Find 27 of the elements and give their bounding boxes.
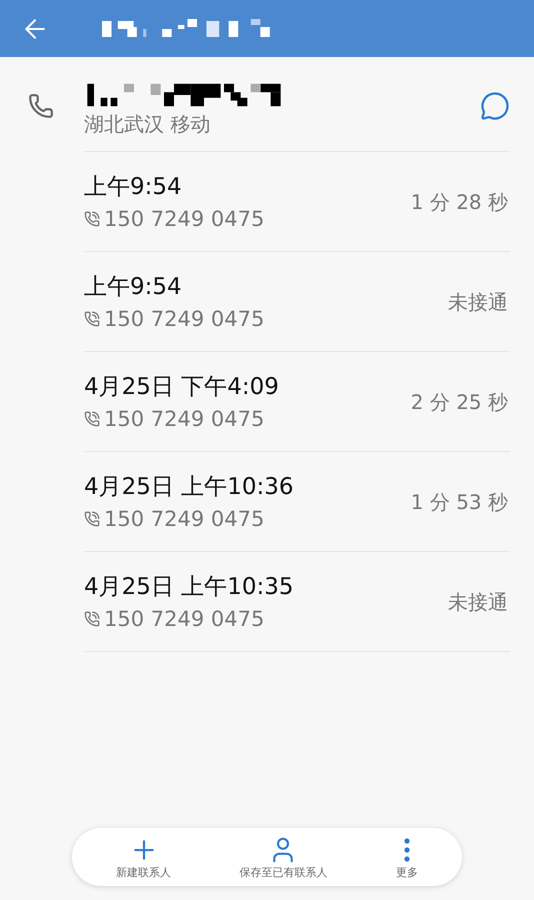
call-duration: 1 分 53 秒	[410, 488, 509, 516]
call-time: 上午9:54	[84, 272, 183, 302]
call-duration: 1 分 28 秒	[410, 188, 509, 216]
call-number: 150 7249 0475	[104, 506, 264, 532]
action-button[interactable]: 保存至已有联系人	[239, 834, 328, 880]
call-time: 4月25日 上午10:36	[84, 472, 294, 502]
phone-icon[interactable]	[28, 93, 54, 119]
call-type-icon	[84, 610, 100, 626]
call-number: 150 7249 0475	[104, 306, 264, 332]
call-type-icon	[84, 410, 100, 426]
call-time: 4月25日 下午4:09	[84, 372, 279, 402]
call-number: 150 7249 0475	[104, 606, 264, 632]
call-number: 150 7249 0475	[104, 206, 264, 232]
action-button[interactable]: 新建联系人	[116, 834, 172, 880]
call-type-icon	[84, 310, 100, 326]
call-duration: 2 分 25 秒	[410, 388, 509, 416]
call-time: 4月25日 上午10:35	[84, 572, 294, 602]
call-time: 上午9:54	[84, 172, 183, 202]
call-type-icon	[84, 210, 100, 226]
more-icon	[404, 838, 410, 862]
call-type-icon	[84, 510, 100, 526]
call-duration: 未接通	[448, 288, 509, 316]
location-text: 湖北武汉 移动	[84, 111, 212, 137]
message-icon[interactable]	[480, 91, 510, 121]
action-button[interactable]: 更多	[396, 834, 418, 880]
call-duration: 未接通	[448, 588, 509, 616]
call-number: 150 7249 0475	[104, 406, 264, 432]
